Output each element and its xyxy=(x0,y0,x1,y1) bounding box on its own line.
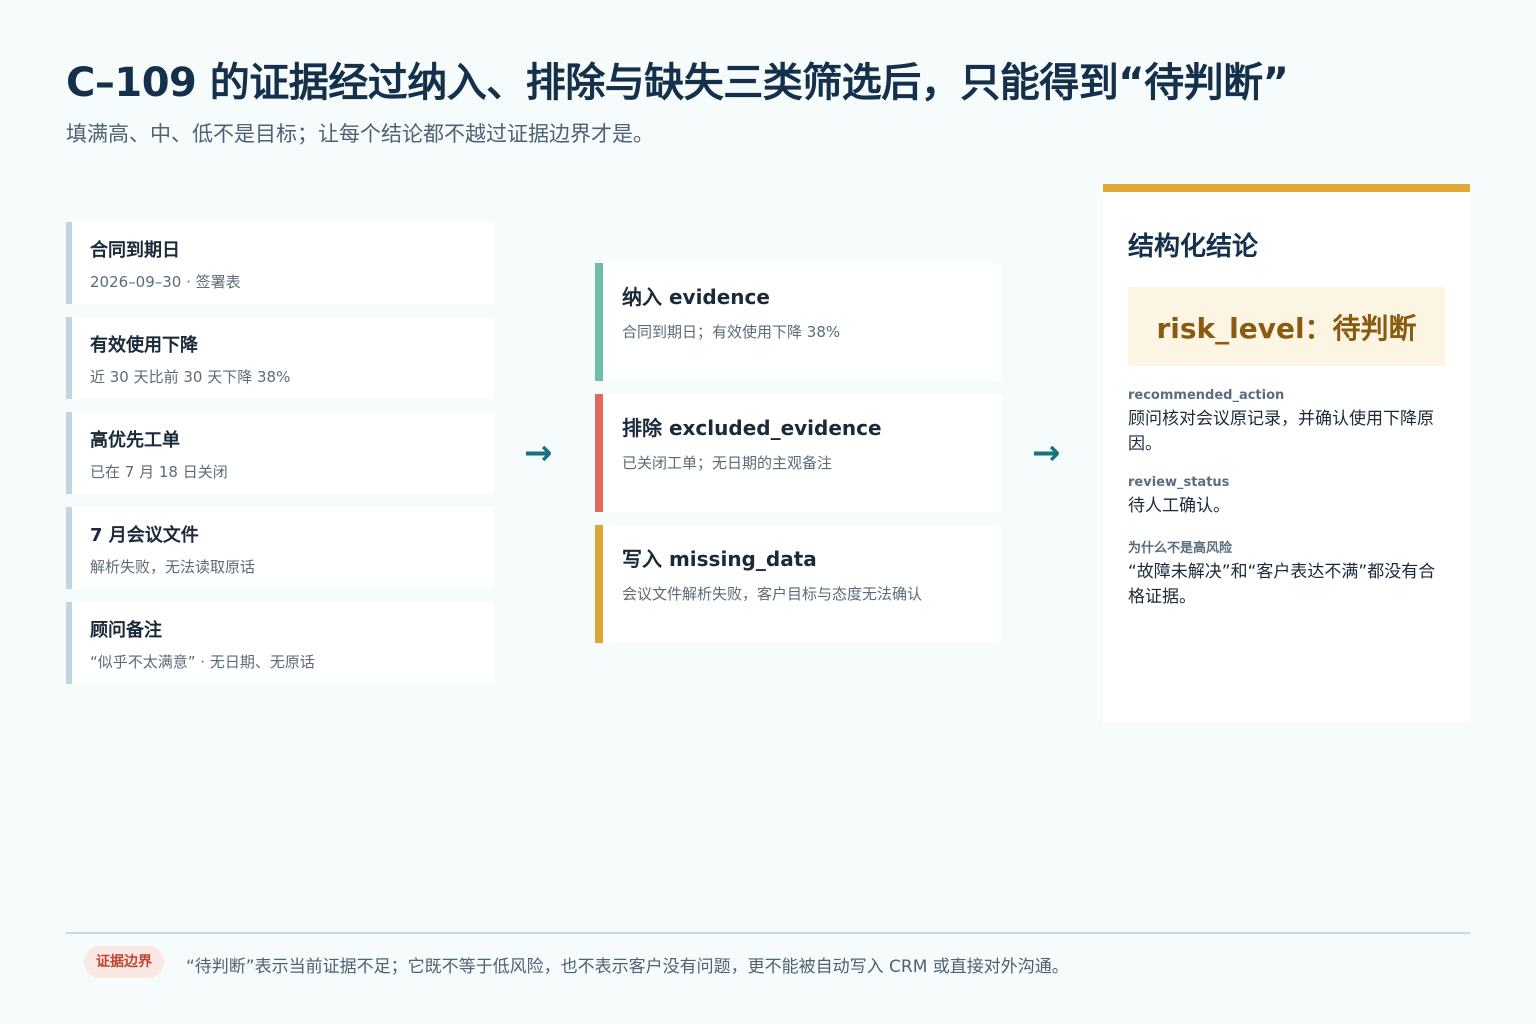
arrow-right-icon: → xyxy=(1032,433,1061,473)
footer-divider xyxy=(66,932,1470,934)
bucket-card-title: 排除 excluded_evidence xyxy=(622,416,882,440)
field-key: 为什么不是高风险 xyxy=(1128,541,1233,556)
field-value: 待人工确认。 xyxy=(1128,496,1230,516)
source-evidence-list: 合同到期日 2026–09–30 · 签署表 有效使用下降 近 30 天比前 3… xyxy=(66,222,494,697)
source-card-title: 7 月会议文件 xyxy=(90,525,199,546)
arrow-right-icon: → xyxy=(524,433,553,473)
source-card-detail: 已在 7 月 18 日关闭 xyxy=(90,463,228,481)
bucket-card-title: 纳入 evidence xyxy=(622,285,770,309)
bucket-card-detail: 会议文件解析失败，客户目标与态度无法确认 xyxy=(622,585,923,603)
field-why-not-high-risk: 为什么不是高风险 “故障未解决”和“客户表达不满”都没有合格证据。 xyxy=(1128,537,1445,610)
footer-note: “待判断”表示当前证据不足；它既不等于低风险，也不表示客户没有问题，更不能被自动… xyxy=(186,957,1069,977)
source-card-detail: 近 30 天比前 30 天下降 38% xyxy=(90,368,291,386)
evidence-bucket-list: 纳入 evidence 合同到期日；有效使用下降 38% 排除 excluded… xyxy=(595,263,1002,656)
source-card-meeting-file: 7 月会议文件 解析失败，无法读取原话 xyxy=(66,507,494,589)
bucket-card-evidence: 纳入 evidence 合同到期日；有效使用下降 38% xyxy=(595,263,1002,381)
field-key: recommended_action xyxy=(1128,388,1285,403)
field-key: review_status xyxy=(1128,475,1230,490)
source-card-advisor-note: 顾问备注 “似乎不太满意” · 无日期、无原话 xyxy=(66,602,494,684)
structured-conclusion-panel: 结构化结论 risk_level：待判断 recommended_action … xyxy=(1103,184,1470,723)
source-card-usage-drop: 有效使用下降 近 30 天比前 30 天下降 38% xyxy=(66,317,494,399)
evidence-boundary-badge: 证据边界 xyxy=(84,946,164,978)
source-card-detail: 解析失败，无法读取原话 xyxy=(90,558,256,576)
page-title: C–109 的证据经过纳入、排除与缺失三类筛选后，只能得到“待判断” xyxy=(66,60,1289,106)
source-card-detail: “似乎不太满意” · 无日期、无原话 xyxy=(90,653,315,671)
source-card-detail: 2026–09–30 · 签署表 xyxy=(90,273,241,291)
conclusion-heading: 结构化结论 xyxy=(1128,232,1259,262)
field-value: “故障未解决”和“客户表达不满”都没有合格证据。 xyxy=(1128,562,1436,607)
source-card-title: 合同到期日 xyxy=(90,240,180,261)
source-card-title: 有效使用下降 xyxy=(90,335,198,356)
field-recommended-action: recommended_action 顾问核对会议原记录，并确认使用下降原因。 xyxy=(1128,388,1445,457)
field-review-status: review_status 待人工确认。 xyxy=(1128,475,1445,519)
source-card-title: 高优先工单 xyxy=(90,430,180,451)
source-card-title: 顾问备注 xyxy=(90,620,162,641)
source-card-contract-date: 合同到期日 2026–09–30 · 签署表 xyxy=(66,222,494,304)
page: C–109 的证据经过纳入、排除与缺失三类筛选后，只能得到“待判断” 填满高、中… xyxy=(0,0,1536,1024)
page-subtitle: 填满高、中、低不是目标；让每个结论都不越过证据边界才是。 xyxy=(66,122,654,146)
bucket-card-detail: 已关闭工单；无日期的主观备注 xyxy=(622,454,833,472)
field-value: 顾问核对会议原记录，并确认使用下降原因。 xyxy=(1128,409,1434,454)
bucket-card-missing-data: 写入 missing_data 会议文件解析失败，客户目标与态度无法确认 xyxy=(595,525,1002,643)
bucket-card-title: 写入 missing_data xyxy=(622,547,817,571)
source-card-priority-ticket: 高优先工单 已在 7 月 18 日关闭 xyxy=(66,412,494,494)
bucket-card-excluded-evidence: 排除 excluded_evidence 已关闭工单；无日期的主观备注 xyxy=(595,394,1002,512)
bucket-card-detail: 合同到期日；有效使用下降 38% xyxy=(622,323,841,341)
risk-level-badge: risk_level：待判断 xyxy=(1128,287,1445,366)
